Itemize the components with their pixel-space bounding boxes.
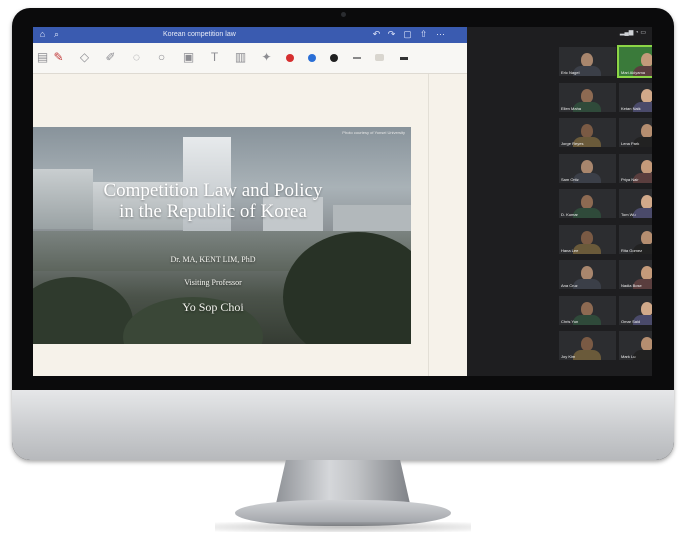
- color-red[interactable]: [286, 54, 294, 62]
- image-icon[interactable]: ▣: [181, 50, 196, 65]
- stand-shadow: [215, 522, 471, 532]
- participant-tile[interactable]: Nadia Bose: [619, 260, 652, 289]
- participant-name: Ketan Naik: [621, 105, 641, 111]
- lasso-icon[interactable]: ◌: [129, 50, 144, 65]
- avatar-body: [573, 350, 601, 360]
- participant-name: Tom Wu: [621, 212, 636, 217]
- participant-tile[interactable]: Lena Park: [619, 118, 652, 147]
- screen: ⌂ ⌕ Korean competition law ↶ ↷ ▢ ⇧ ⋯ ▤ ✎…: [33, 27, 652, 376]
- participant-name: Mark Lu: [621, 354, 636, 359]
- avatar: [641, 337, 652, 351]
- avatar-body: [633, 208, 652, 218]
- participant-name: Hana Lee: [561, 247, 579, 253]
- participant-name: Omar Said: [621, 318, 641, 324]
- avatar-body: [633, 350, 652, 360]
- avatar: [641, 88, 652, 103]
- participant-tile[interactable]: Priya Nair: [619, 153, 652, 183]
- share-icon[interactable]: ⇧: [418, 29, 429, 40]
- drawing-toolbar: ▤ ✎ ◇ ✐ ◌ ○ ▣ T ▥ ✦: [33, 43, 467, 74]
- participant-name: Priya Nair: [621, 176, 639, 182]
- avatar: [641, 230, 652, 245]
- eraser-icon[interactable]: ◇: [77, 50, 92, 65]
- participant-name: Lena Park: [621, 141, 640, 146]
- avatar: [581, 266, 593, 280]
- participant-name: Ellen Maha: [561, 105, 582, 111]
- participant-name: Chris Yun: [561, 318, 579, 324]
- notes-app: ⌂ ⌕ Korean competition law ↶ ↷ ▢ ⇧ ⋯ ▤ ✎…: [33, 27, 467, 376]
- shape-icon[interactable]: ○: [154, 50, 169, 65]
- document-title: Korean competition law: [163, 31, 236, 38]
- camera-dot: [341, 12, 346, 17]
- search-icon[interactable]: ⌕: [51, 29, 62, 40]
- sticky-note-icon[interactable]: ▥: [233, 50, 248, 65]
- participant-tile[interactable]: Ketan Naik: [619, 82, 652, 112]
- participant-tile[interactable]: Mari Akiyama: [617, 45, 652, 78]
- avatar: [581, 159, 593, 174]
- participant-tile[interactable]: Jorge Reyes: [559, 118, 616, 147]
- participant-tile[interactable]: Mark Lu: [619, 331, 652, 360]
- home-icon[interactable]: ⌂: [37, 29, 48, 40]
- participant-tile[interactable]: Ana Cruz: [559, 260, 616, 289]
- participant-name: Ana Cruz: [561, 283, 578, 288]
- participant-tile[interactable]: Hana Lee: [559, 224, 616, 254]
- participant-name: Rita Gomez: [621, 247, 643, 253]
- slide-title-line2: in the Republic of Korea: [119, 201, 307, 222]
- more-icon[interactable]: ⋯: [435, 29, 446, 40]
- stroke-thick[interactable]: [400, 57, 408, 60]
- participant-name: Eric Nagel: [561, 70, 580, 75]
- participant-tile[interactable]: Sam Ortiz: [559, 153, 616, 183]
- participant-tile[interactable]: Tom Wu: [619, 189, 652, 218]
- slide-credit: Photo courtesy of Yonsei University: [342, 130, 405, 135]
- participant-name: D. Kumar: [561, 212, 578, 217]
- slide-image: Photo courtesy of Yonsei University Comp…: [33, 127, 411, 344]
- avatar: [581, 124, 593, 138]
- text-icon[interactable]: T: [207, 50, 222, 65]
- participant-tile[interactable]: Ellen Maha: [559, 82, 616, 112]
- avatar: [641, 195, 652, 209]
- bookmark-icon[interactable]: ▢: [402, 29, 413, 40]
- stroke-medium[interactable]: [375, 54, 384, 61]
- participant-tile[interactable]: Rita Gomez: [619, 224, 652, 254]
- participant-name: Joy Kim: [561, 354, 576, 359]
- slide-role: Visiting Professor: [184, 278, 242, 287]
- avatar: [641, 266, 652, 280]
- participant-tile[interactable]: Omar Said: [619, 295, 652, 325]
- avatar: [641, 124, 652, 138]
- avatar: [581, 88, 593, 103]
- participant-tile[interactable]: D. Kumar: [559, 189, 616, 218]
- avatar: [581, 230, 593, 245]
- stroke-thin[interactable]: [353, 57, 361, 59]
- slide-presenter: Yo Sop Choi: [182, 300, 244, 314]
- status-bar: ▂▄▆ ◔ ▭: [619, 30, 646, 36]
- color-blue[interactable]: [308, 54, 316, 62]
- slide-author: Dr. MA, KENT LIM, PhD: [170, 255, 256, 264]
- undo-icon[interactable]: ↶: [371, 29, 382, 40]
- highlighter-icon[interactable]: ✐: [103, 50, 118, 65]
- monitor-chin: [12, 390, 674, 460]
- participant-tile[interactable]: Chris Yun: [559, 295, 616, 325]
- pen-icon[interactable]: ✎: [51, 50, 66, 65]
- participant-name: Jorge Reyes: [561, 141, 584, 146]
- avatar: [641, 53, 652, 67]
- slide-title-line1: Competition Law and Policy: [103, 180, 323, 201]
- participant-name: Mari Akiyama: [621, 70, 646, 75]
- page-edge: [428, 74, 429, 376]
- avatar: [581, 195, 593, 209]
- avatar: [641, 159, 652, 174]
- redo-icon[interactable]: ↷: [386, 29, 397, 40]
- participant-name: Sam Ortiz: [561, 176, 579, 182]
- avatar: [581, 337, 593, 351]
- participant-tile[interactable]: Joy Kim: [559, 331, 616, 360]
- color-black[interactable]: [330, 54, 338, 62]
- participant-name: Nadia Bose: [621, 283, 642, 288]
- avatar: [581, 53, 593, 67]
- slide-title: Competition Law and Policy in the Republ…: [33, 180, 393, 222]
- laser-icon[interactable]: ✦: [259, 50, 274, 65]
- app-titlebar: ⌂ ⌕ Korean competition law ↶ ↷ ▢ ⇧ ⋯: [33, 27, 467, 43]
- participant-tile[interactable]: Eric Nagel: [559, 47, 616, 76]
- avatar: [581, 301, 593, 316]
- video-gallery: ▂▄▆ ◔ ▭ Eric Nagel Mari Akiyama Ellen Maha…: [467, 27, 652, 376]
- pages-icon[interactable]: ▤: [35, 50, 50, 65]
- avatar: [641, 301, 652, 316]
